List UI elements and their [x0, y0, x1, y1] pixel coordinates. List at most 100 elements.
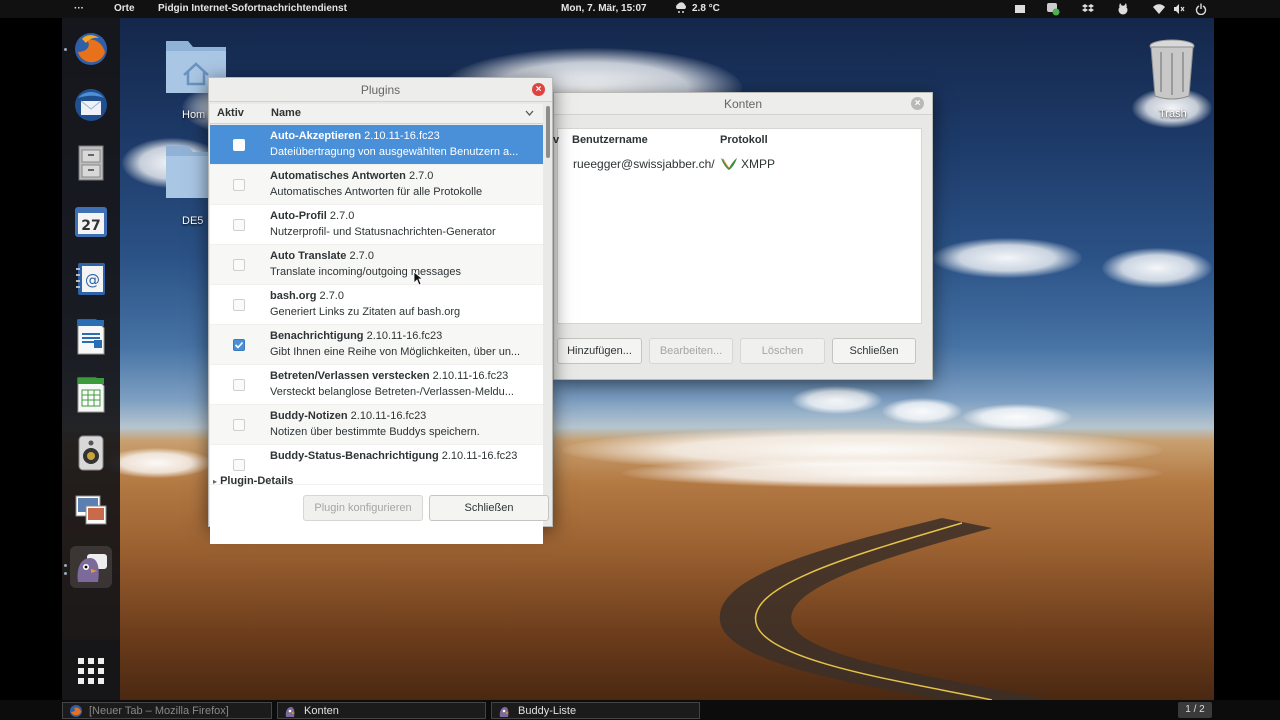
trash-icon[interactable] — [1147, 38, 1197, 100]
image-viewer-icon — [75, 495, 107, 525]
plugin-version: 2.7.0 — [408, 170, 434, 182]
delete-account-button[interactable]: Löschen — [740, 338, 825, 364]
dock-images[interactable] — [70, 490, 112, 532]
plugin-row[interactable]: Benachrichtigung 2.10.11-16.fc23 Gibt Ih… — [210, 325, 543, 365]
plugin-checkbox[interactable] — [233, 299, 245, 311]
pidgin-icon — [499, 707, 509, 717]
plugin-version: 2.10.11-16.fc23 — [350, 410, 427, 422]
plugins-close-button[interactable]: Schließen — [429, 495, 549, 521]
task-firefox[interactable]: [Neuer Tab – Mozilla Firefox] — [62, 702, 272, 719]
pidgin-status-icon[interactable] — [1046, 2, 1060, 16]
plugin-row[interactable]: Auto-Profil 2.7.0 Nutzerprofil- und Stat… — [210, 205, 543, 245]
chevron-down-icon[interactable] — [525, 110, 534, 116]
task-label: Konten — [304, 705, 339, 717]
dock-file-cabinet[interactable] — [70, 142, 112, 184]
app-menu[interactable]: Pidgin Internet-Sofortnachrichtendienst — [158, 3, 347, 14]
cat-icon[interactable] — [1117, 3, 1129, 15]
plugin-description: Gibt Ihnen eine Reihe von Möglichkeiten,… — [270, 346, 521, 358]
dock-calc[interactable] — [70, 374, 112, 416]
plugins-title[interactable]: Plugins — [209, 78, 552, 102]
plugin-row[interactable]: Auto Translate 2.7.0 Translate incoming/… — [210, 245, 543, 286]
plugin-details-label: Plugin-Details — [220, 475, 294, 487]
konten-close-button[interactable]: Schließen — [832, 338, 916, 364]
plugin-checkbox[interactable] — [233, 259, 245, 271]
plugin-checkbox[interactable] — [233, 419, 245, 431]
taskbar: [Neuer Tab – Mozilla Firefox] Konten Bud… — [0, 700, 1280, 720]
konten-close-icon[interactable]: × — [911, 97, 924, 110]
plugin-name: Betreten/Verlassen verstecken — [270, 370, 430, 382]
dropbox-icon[interactable] — [1082, 3, 1094, 15]
plugins-close-icon[interactable]: × — [532, 83, 545, 96]
power-icon[interactable] — [1195, 3, 1207, 15]
account-protocol[interactable]: XMPP — [741, 157, 775, 171]
plugin-checkbox[interactable] — [233, 379, 245, 391]
plugin-row[interactable]: Betreten/Verlassen verstecken 2.10.11-16… — [210, 365, 543, 405]
plugin-version: 2.10.11-16.fc23 — [441, 450, 518, 462]
plugin-version: 2.7.0 — [329, 210, 355, 222]
weather-temp[interactable]: 2.8 °C — [692, 3, 720, 14]
home-folder-label: Hom — [182, 109, 206, 121]
plugins-scrollbar[interactable] — [544, 105, 552, 495]
calendar-icon: 27 — [75, 207, 107, 237]
plugin-row[interactable]: bash.org 2.7.0 Generiert Links zu Zitate… — [210, 285, 543, 325]
dock-thunderbird[interactable] — [70, 84, 112, 126]
folder-label: DE5 — [182, 215, 204, 227]
task-label: [Neuer Tab – Mozilla Firefox] — [89, 705, 229, 717]
plugins-list-header: Aktiv Name — [210, 104, 543, 124]
add-account-button[interactable]: Hinzufügen... — [557, 338, 642, 364]
plugin-name-line: Auto-Profil 2.7.0 — [270, 210, 354, 222]
workspace-indicator[interactable]: 1 / 2 — [1178, 702, 1212, 718]
dock-audio[interactable] — [70, 432, 112, 474]
dock-firefox[interactable] — [70, 28, 112, 70]
checkmark-icon — [234, 341, 244, 349]
thunderbird-icon — [75, 89, 107, 121]
plugin-checkbox-checked[interactable] — [233, 339, 245, 351]
clock[interactable]: Mon, 7. Mär, 15:07 — [561, 3, 647, 14]
file-cabinet-icon — [78, 145, 104, 181]
konten-title[interactable]: Konten — [554, 93, 932, 115]
column-name[interactable]: Name — [271, 107, 301, 119]
dock-writer[interactable] — [70, 316, 112, 358]
dock-calendar[interactable]: 27 — [70, 200, 112, 242]
plugin-version: 2.10.11-16.fc23 — [432, 370, 509, 382]
task-konten[interactable]: Konten — [277, 702, 486, 719]
plugins-window: Plugins × Aktiv Name Auto-Akzeptieren 2.… — [208, 77, 553, 544]
writer-icon — [77, 319, 105, 355]
wifi-icon[interactable] — [1153, 3, 1165, 15]
plugin-name-line: Automatisches Antworten 2.7.0 — [270, 170, 433, 182]
dock-pidgin[interactable] — [70, 546, 112, 588]
menu-dots-icon[interactable]: ··· — [74, 3, 84, 14]
apps-grid-icon — [78, 658, 104, 684]
plugin-version: 2.10.11-16.fc23 — [364, 130, 440, 142]
account-username[interactable]: rueegger@swissjabber.ch/ — [573, 157, 715, 171]
firefox-icon — [75, 33, 107, 65]
plugin-details-expander[interactable]: ▸ Plugin-Details — [213, 475, 293, 487]
plugin-row[interactable]: Automatisches Antworten 2.7.0 Automatisc… — [210, 165, 543, 205]
column-protocol[interactable]: Protokoll — [720, 134, 768, 146]
accounts-list[interactable]: v Benutzername Protokoll rueegger@swissj… — [553, 128, 922, 324]
edit-account-button[interactable]: Bearbeiten... — [649, 338, 733, 364]
column-enabled[interactable]: v — [553, 134, 559, 146]
volume-mute-icon[interactable] — [1173, 3, 1185, 15]
plugin-name-line: bash.org 2.7.0 — [270, 290, 344, 302]
column-username[interactable]: Benutzername — [572, 134, 648, 146]
plugin-row[interactable]: Buddy-Notizen 2.10.11-16.fc23 Notizen üb… — [210, 405, 543, 445]
dock-contacts[interactable]: @ — [70, 258, 112, 300]
expander-arrow-icon: ▸ — [213, 477, 218, 486]
dock: 27 @ — [62, 18, 120, 700]
plugin-row[interactable]: Auto-Akzeptieren 2.10.11-16.fc23 Dateiüb… — [210, 125, 543, 165]
configure-plugin-button[interactable]: Plugin konfigurieren — [303, 495, 423, 521]
column-active[interactable]: Aktiv — [217, 107, 244, 119]
show-apps-button[interactable] — [62, 640, 120, 700]
address-book-icon: @ — [76, 263, 105, 295]
firefox-icon — [70, 705, 82, 717]
plugin-checkbox[interactable] — [233, 179, 245, 191]
plugin-checkbox[interactable] — [233, 459, 245, 471]
window-icon[interactable] — [1014, 3, 1026, 15]
scrollbar-thumb[interactable] — [546, 106, 550, 158]
task-buddy-list[interactable]: Buddy-Liste — [491, 702, 700, 719]
plugin-checkbox[interactable] — [233, 139, 245, 151]
dock-running-dot — [64, 48, 67, 51]
plugin-checkbox[interactable] — [233, 219, 245, 231]
places-menu[interactable]: Orte — [114, 3, 135, 14]
